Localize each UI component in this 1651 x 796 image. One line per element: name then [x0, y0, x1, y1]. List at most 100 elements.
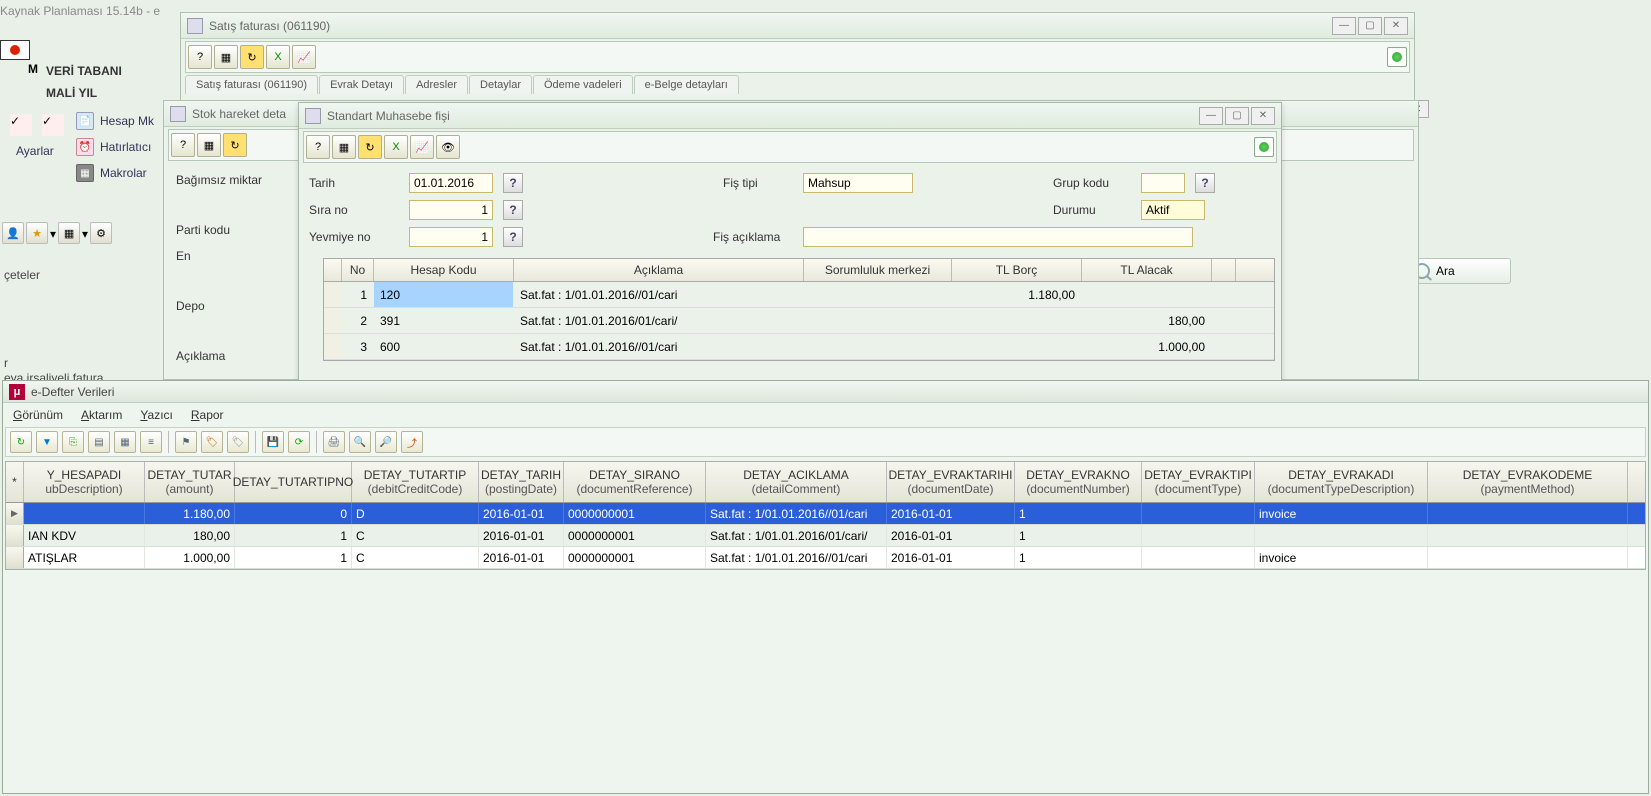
- tb-filter-icon[interactable]: ▼: [36, 431, 58, 453]
- edefter-col[interactable]: DETAY_ACIKLAMA(detailComment): [706, 462, 887, 502]
- nav-veri-tabani[interactable]: VERİ TABANI: [46, 60, 122, 82]
- nav-hesap[interactable]: 📄Hesap Mk: [72, 108, 158, 134]
- close-button[interactable]: ✕: [1384, 17, 1408, 35]
- tb-export-icon[interactable]: ⤴: [401, 431, 423, 453]
- lookup-grup[interactable]: ?: [1195, 173, 1215, 193]
- minimize-button[interactable]: —: [1332, 17, 1356, 35]
- muh-row[interactable]: 2391Sat.fat : 1/01.01.2016/01/cari/180,0…: [324, 308, 1274, 334]
- lookup-yevmiye[interactable]: ?: [503, 227, 523, 247]
- menu-rapor[interactable]: Rapor: [191, 408, 224, 422]
- minimize-button[interactable]: —: [1199, 107, 1223, 125]
- tb-excel-icon[interactable]: X: [384, 135, 408, 159]
- col-no[interactable]: No: [342, 259, 374, 281]
- nav-hatirlatici[interactable]: ⏰Hatırlatıcı: [72, 134, 158, 160]
- maximize-button[interactable]: ▢: [1358, 17, 1382, 35]
- edefter-col[interactable]: DETAY_SIRANO(documentReference): [564, 462, 706, 502]
- col-alacak[interactable]: TL Alacak: [1082, 259, 1212, 281]
- edefter-col[interactable]: DETAY_EVRAKNO(documentNumber): [1015, 462, 1142, 502]
- close-button[interactable]: ✕: [1251, 107, 1275, 125]
- tb-refresh-icon[interactable]: ↻: [223, 133, 247, 157]
- tb-tag2-icon[interactable]: 🏷: [227, 431, 249, 453]
- edefter-col[interactable]: DETAY_TUTAR(amount): [145, 462, 235, 502]
- tb-help-icon[interactable]: ?: [171, 133, 195, 157]
- tab-ebelge[interactable]: e-Belge detayları: [634, 75, 739, 94]
- check-icon[interactable]: ✓: [10, 114, 32, 136]
- edefter-titlebar[interactable]: μ e-Defter Verileri: [3, 381, 1648, 403]
- edefter-col[interactable]: DETAY_EVRAKTIPI(documentType): [1142, 462, 1255, 502]
- tb-grid-icon[interactable]: ▦: [214, 45, 238, 69]
- tb-layout2-icon[interactable]: ▦: [114, 431, 136, 453]
- check2-icon[interactable]: ✓: [42, 114, 64, 136]
- menu-yazici[interactable]: Yazıcı: [140, 408, 172, 422]
- input-sira[interactable]: [409, 200, 493, 220]
- tab-odeme[interactable]: Ödeme vadeleri: [533, 75, 633, 94]
- tb-tag1-icon[interactable]: 🏷: [201, 431, 223, 453]
- edefter-row[interactable]: ATIŞLAR1.000,001C2016-01-010000000001Sat…: [6, 547, 1645, 569]
- tab-satis[interactable]: Satış faturası (061190): [185, 75, 318, 94]
- edefter-col[interactable]: DETAY_TUTARTIP(debitCreditCode): [352, 462, 479, 502]
- lookup-tarih[interactable]: ?: [503, 173, 523, 193]
- muh-row[interactable]: 1120Sat.fat : 1/01.01.2016//01/cari1.180…: [324, 282, 1274, 308]
- tb-flag-icon[interactable]: ⚑: [175, 431, 197, 453]
- input-fisacik[interactable]: [803, 227, 1193, 247]
- tb-eye-icon[interactable]: 👁: [436, 135, 460, 159]
- input-grup[interactable]: [1141, 173, 1185, 193]
- col-sorumlu[interactable]: Sorumluluk merkezi: [804, 259, 952, 281]
- edefter-row[interactable]: ▶1.180,000D2016-01-010000000001Sat.fat :…: [6, 503, 1645, 525]
- menu-aktarim[interactable]: Aktarım: [81, 408, 122, 422]
- tb-layout1-icon[interactable]: ▤: [88, 431, 110, 453]
- tb-help-icon[interactable]: ?: [188, 45, 212, 69]
- tb-preview-icon[interactable]: 🔍: [349, 431, 371, 453]
- input-fistipi[interactable]: [803, 173, 913, 193]
- col-aciklama[interactable]: Açıklama: [514, 259, 804, 281]
- input-tarih[interactable]: [409, 173, 493, 193]
- tb-save-icon[interactable]: 💾: [262, 431, 284, 453]
- edefter-col[interactable]: DETAY_TUTARTIPNO: [235, 462, 352, 502]
- row-selector-head[interactable]: *: [6, 462, 24, 502]
- edefter-col[interactable]: DETAY_TARIH(postingDate): [479, 462, 564, 502]
- tb-print-icon[interactable]: 🖨: [323, 431, 345, 453]
- lookup-sira[interactable]: ?: [503, 200, 523, 220]
- tab-detaylar[interactable]: Detaylar: [469, 75, 532, 94]
- muh-row[interactable]: 3600Sat.fat : 1/01.01.2016//01/cari1.000…: [324, 334, 1274, 360]
- calendar-icon[interactable]: ▦: [58, 222, 80, 244]
- input-yevmiye[interactable]: [409, 227, 493, 247]
- row-indicator[interactable]: [6, 525, 24, 546]
- nav-makrolar[interactable]: ▦Makrolar: [72, 160, 158, 186]
- star-icon[interactable]: ★: [26, 222, 48, 244]
- row-indicator[interactable]: ▶: [6, 503, 24, 524]
- tab-evrak[interactable]: Evrak Detayı: [319, 75, 404, 94]
- edefter-col[interactable]: DETAY_EVRAKADI(documentTypeDescription): [1255, 462, 1428, 502]
- menu-gorunum[interactable]: Görünüm: [13, 408, 63, 422]
- edefter-grid[interactable]: * Y_HESAPADIubDescription)DETAY_TUTAR(am…: [5, 461, 1646, 570]
- tab-adresler[interactable]: Adresler: [405, 75, 468, 94]
- tb-refresh-icon[interactable]: ↻: [358, 135, 382, 159]
- input-durumu[interactable]: [1141, 200, 1205, 220]
- tb-chart-icon[interactable]: 📈: [292, 45, 316, 69]
- tb-refresh-icon[interactable]: ↻: [240, 45, 264, 69]
- tb-sync-icon[interactable]: ⟳: [288, 431, 310, 453]
- tb-chart-icon[interactable]: 📈: [410, 135, 434, 159]
- col-borc[interactable]: TL Borç: [952, 259, 1082, 281]
- edefter-col[interactable]: DETAY_EVRAKODEME(paymentMethod): [1428, 462, 1628, 502]
- tb-grid-icon[interactable]: ▦: [197, 133, 221, 157]
- pref-icon[interactable]: ⚙: [90, 222, 112, 244]
- maximize-button[interactable]: ▢: [1225, 107, 1249, 125]
- edefter-col[interactable]: Y_HESAPADIubDescription): [24, 462, 145, 502]
- tb-refresh-icon[interactable]: ↻: [10, 431, 32, 453]
- tb-rows-icon[interactable]: ≡: [140, 431, 162, 453]
- row-indicator[interactable]: [6, 547, 24, 568]
- muh-titlebar[interactable]: Standart Muhasebe fişi — ▢ ✕: [299, 103, 1281, 129]
- left-ceteler[interactable]: çeteler: [4, 268, 40, 282]
- satis-titlebar[interactable]: Satış faturası (061190) — ▢ ✕: [181, 13, 1414, 39]
- muh-table[interactable]: No Hesap Kodu Açıklama Sorumluluk merkez…: [323, 258, 1275, 361]
- tb-grid-icon[interactable]: ▦: [332, 135, 356, 159]
- tb-insert-icon[interactable]: ⎘: [62, 431, 84, 453]
- tb-zoom-icon[interactable]: 🔎: [375, 431, 397, 453]
- edefter-row[interactable]: IAN KDV180,001C2016-01-010000000001Sat.f…: [6, 525, 1645, 547]
- edefter-col[interactable]: DETAY_EVRAKTARIHI(documentDate): [887, 462, 1015, 502]
- col-hesap[interactable]: Hesap Kodu: [374, 259, 514, 281]
- tb-help-icon[interactable]: ?: [306, 135, 330, 159]
- user-icon[interactable]: 👤: [2, 222, 24, 244]
- tb-excel-icon[interactable]: X: [266, 45, 290, 69]
